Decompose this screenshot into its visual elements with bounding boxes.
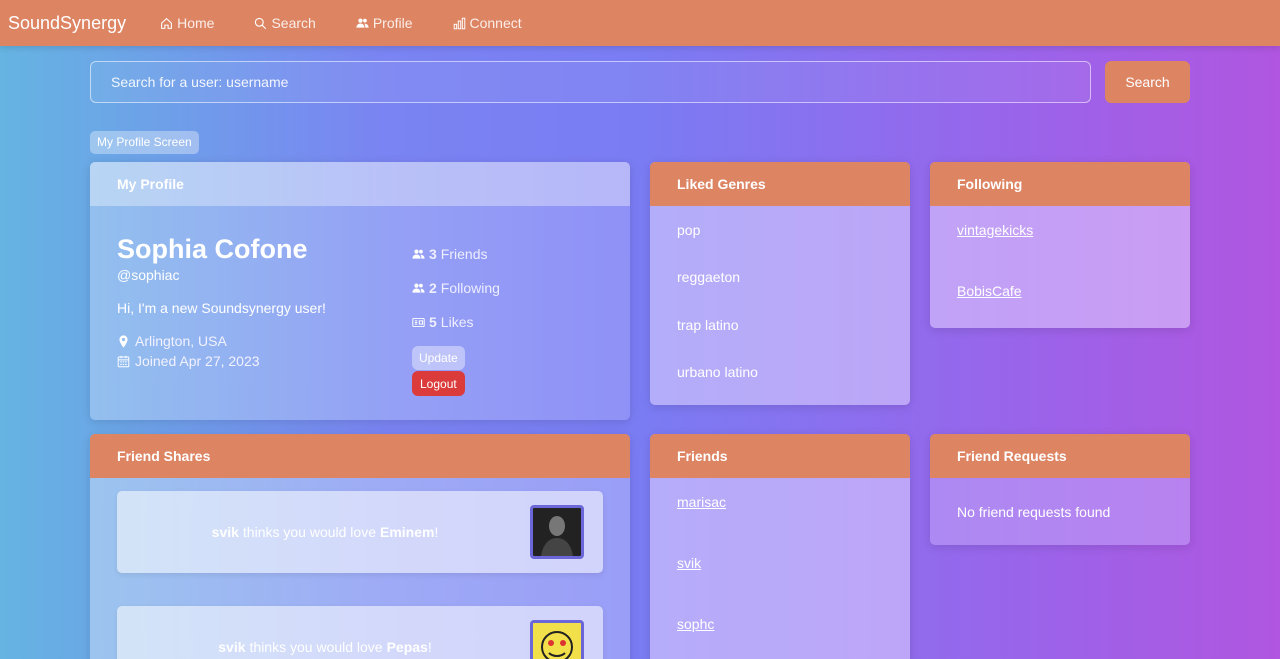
likes-count: 5 — [429, 314, 437, 330]
nav-home[interactable]: Home — [160, 15, 214, 31]
update-button[interactable]: Update — [412, 346, 465, 370]
friend-requests-card: Friend Requests No friend requests found — [930, 434, 1190, 545]
users-icon — [412, 249, 425, 259]
profile-location: Arlington, USA — [117, 333, 227, 349]
friend-user-link[interactable]: sophc — [677, 616, 714, 632]
friend-requests-header: Friend Requests — [930, 434, 1190, 478]
friend-shares-header: Friend Shares — [90, 434, 630, 478]
share-item[interactable]: svik thinks you would love Pepas ! — [117, 606, 603, 659]
genre-item: pop — [677, 222, 701, 238]
share-end: ! — [427, 639, 432, 655]
friend-user-link[interactable]: svik — [677, 555, 701, 571]
following-count: 2 — [429, 280, 437, 296]
share-user: svik — [218, 639, 246, 655]
following-user-link[interactable]: vintagekicks — [957, 222, 1033, 238]
artist-thumbnail[interactable] — [530, 505, 584, 559]
likes-label: Likes — [440, 314, 474, 330]
profile-location-text: Arlington, USA — [135, 333, 227, 349]
profile-joined: Joined Apr 27, 2023 — [117, 353, 260, 369]
share-item[interactable]: svik thinks you would love Eminem ! — [117, 491, 603, 573]
profile-joined-text: Joined Apr 27, 2023 — [135, 353, 260, 369]
share-middle: thinks you would love — [249, 639, 383, 655]
friends-stat[interactable]: 3 Friends — [412, 246, 487, 262]
nav-connect-label: Connect — [469, 15, 522, 31]
user-search-input[interactable] — [90, 61, 1091, 103]
share-artist: Eminem — [379, 524, 435, 540]
following-header: Following — [930, 162, 1190, 206]
friends-count: 3 — [429, 246, 437, 262]
nav-search[interactable]: Search — [254, 15, 316, 31]
following-label: Following — [440, 280, 500, 296]
genre-item: reggaeton — [677, 269, 741, 285]
liked-genres-card: Liked Genres pop reggaeton trap latino u… — [650, 162, 910, 405]
profile-name: Sophia Cofone — [117, 234, 308, 264]
following-card: Following vintagekicks BobisCafe — [930, 162, 1190, 328]
calendar-icon — [117, 355, 130, 367]
search-button[interactable]: Search — [1105, 61, 1190, 103]
following-user-link[interactable]: BobisCafe — [957, 283, 1022, 299]
users-icon — [412, 283, 425, 293]
no-requests-message: No friend requests found — [957, 504, 1111, 520]
share-text: svik thinks you would love Eminem ! — [117, 491, 529, 573]
profile-card-header: My Profile — [90, 162, 630, 206]
share-middle: thinks you would love — [242, 524, 376, 540]
share-artist: Pepas — [386, 639, 428, 655]
friend-user-link[interactable]: marisac — [677, 494, 726, 510]
top-navbar: SoundSynergy Home Search Profile Connect — [0, 0, 1280, 46]
genre-item: trap latino — [677, 317, 739, 333]
search-icon — [255, 17, 267, 29]
profile-bio: Hi, I'm a new Soundsynergy user! — [117, 300, 326, 316]
album-cover — [533, 623, 581, 659]
following-stat[interactable]: 2 Following — [412, 280, 500, 296]
users-icon — [356, 18, 369, 28]
friend-shares-card: Friend Shares svik thinks you would love… — [90, 434, 630, 659]
nav-connect[interactable]: Connect — [453, 15, 522, 31]
artist-photo — [533, 508, 581, 556]
share-user: svik — [211, 524, 239, 540]
home-icon — [161, 17, 172, 29]
friends-card: Friends marisac svik sophc — [650, 434, 910, 659]
genre-item: urbano latino — [677, 364, 758, 380]
screen-title-badge: My Profile Screen — [90, 131, 199, 154]
nav-profile-label: Profile — [372, 15, 413, 31]
friends-header: Friends — [650, 434, 910, 478]
logout-button[interactable]: Logout — [412, 371, 465, 396]
share-text: svik thinks you would love Pepas ! — [117, 606, 529, 659]
likes-stat[interactable]: 5 Likes — [412, 314, 473, 330]
artist-thumbnail[interactable] — [530, 620, 584, 659]
profile-card: My Profile Sophia Cofone @sophiac Hi, I'… — [90, 162, 630, 420]
map-pin-icon — [119, 334, 128, 348]
liked-genres-header: Liked Genres — [650, 162, 910, 206]
nav-profile[interactable]: Profile — [356, 15, 413, 31]
brand-logo[interactable]: SoundSynergy — [8, 13, 126, 34]
bar-chart-icon — [453, 17, 465, 29]
share-end: ! — [434, 524, 439, 540]
card-icon — [412, 317, 425, 327]
nav-home-label: Home — [177, 15, 215, 31]
friends-label: Friends — [440, 246, 488, 262]
profile-handle: @sophiac — [117, 267, 180, 283]
nav-search-label: Search — [271, 15, 316, 31]
